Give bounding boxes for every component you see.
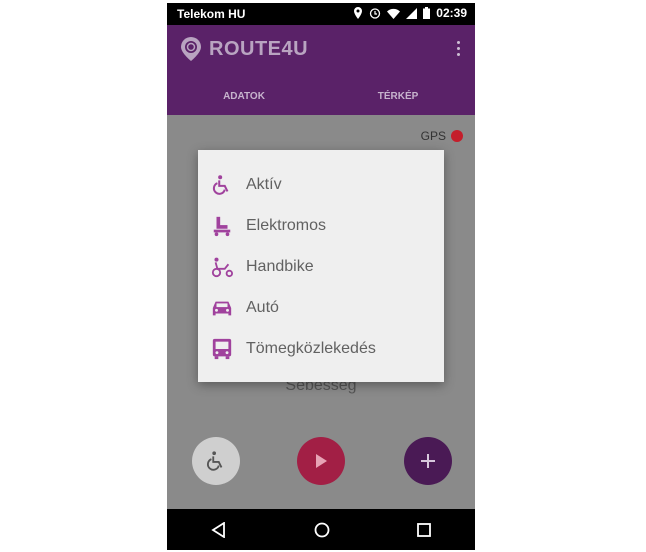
option-label: Aktív <box>246 176 282 193</box>
home-icon[interactable] <box>314 522 330 538</box>
status-bar: Telekom HU 02:39 <box>167 3 475 25</box>
option-auto[interactable]: Autó <box>198 290 444 326</box>
signal-icon <box>406 7 418 19</box>
option-label: Handbike <box>246 258 314 275</box>
alarm-icon <box>370 8 381 19</box>
location-icon <box>354 7 363 19</box>
option-label: Autó <box>246 299 279 316</box>
power-wheelchair-icon <box>210 214 234 238</box>
option-tomegkozlekedes[interactable]: Tömegközlekedés <box>198 331 444 367</box>
navigation-bar <box>167 509 475 550</box>
recents-icon[interactable] <box>417 522 432 537</box>
play-icon <box>316 454 327 468</box>
mode-select-button[interactable] <box>192 437 240 485</box>
app-logo: ROUTE4U <box>179 35 308 63</box>
wheelchair-icon <box>207 451 223 471</box>
carrier-name: Telekom HU <box>177 7 246 21</box>
handbike-icon <box>210 255 234 279</box>
app-bar: ROUTE4U ADATOK TÉRKÉP <box>167 25 475 115</box>
gps-status-dot <box>451 130 463 142</box>
car-icon <box>210 296 234 320</box>
option-aktiv[interactable]: Aktív <box>198 167 444 203</box>
tab-bar: ADATOK TÉRKÉP <box>167 83 475 115</box>
back-icon[interactable] <box>210 521 227 538</box>
wifi-icon <box>387 8 401 19</box>
clock: 02:39 <box>436 6 467 20</box>
play-button[interactable] <box>297 437 345 485</box>
tab-adatok[interactable]: ADATOK <box>167 83 321 115</box>
wheelchair-icon <box>210 173 234 197</box>
app-title: ROUTE4U <box>209 37 309 60</box>
transport-mode-dialog: Aktív Elektromos Handbike Autó Tömegközl… <box>198 150 444 382</box>
plus-icon <box>421 454 435 468</box>
gps-label: GPS <box>420 129 446 143</box>
overflow-menu-icon[interactable] <box>457 41 461 57</box>
battery-icon <box>423 7 431 19</box>
add-button[interactable] <box>404 437 452 485</box>
option-label: Elektromos <box>246 217 327 234</box>
gps-indicator: GPS <box>421 129 463 143</box>
option-label: Tömegközlekedés <box>246 340 376 357</box>
option-elektromos[interactable]: Elektromos <box>198 208 444 244</box>
tab-terkep[interactable]: TÉRKÉP <box>321 83 475 115</box>
logo-pin-icon <box>181 37 201 61</box>
status-icons: 02:39 <box>353 6 467 20</box>
bus-icon <box>210 337 234 361</box>
option-handbike[interactable]: Handbike <box>198 249 444 285</box>
